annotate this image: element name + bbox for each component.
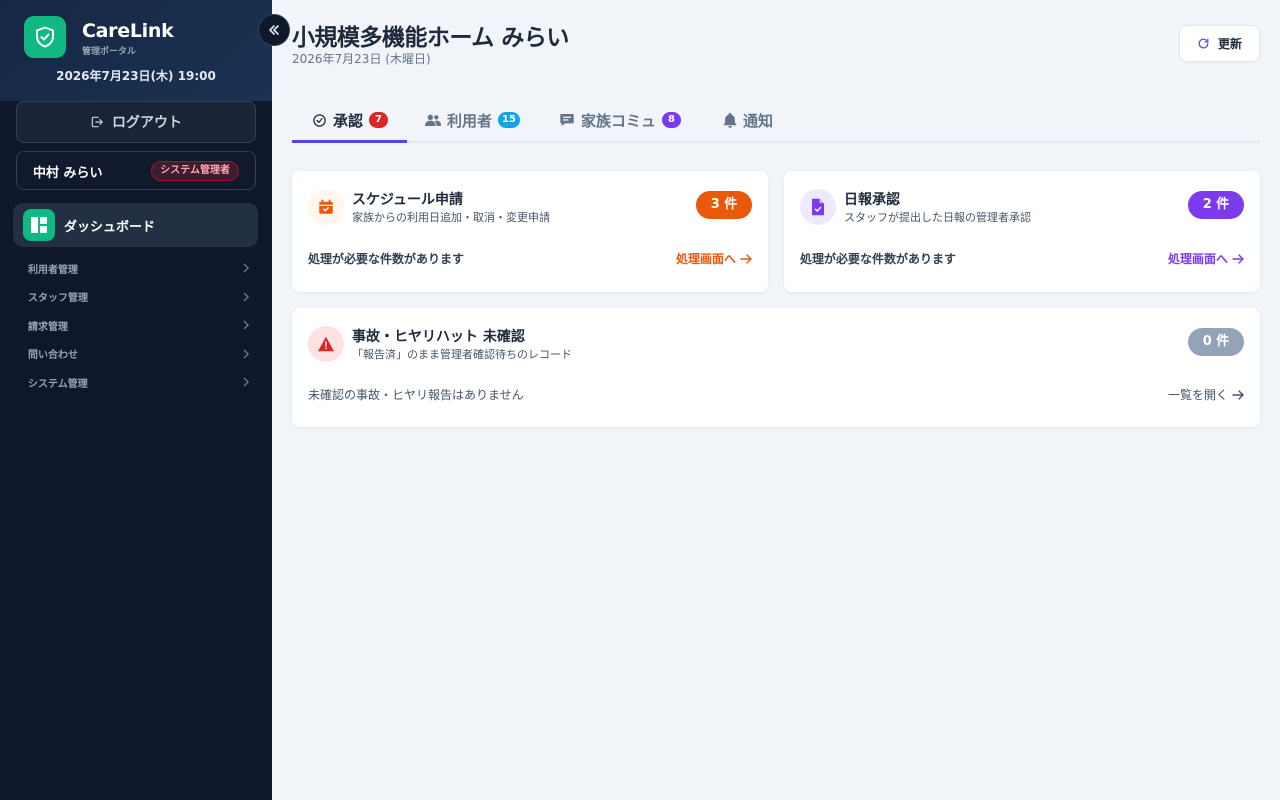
card-message: 未確認の事故・ヒヤリ報告はありません — [308, 388, 524, 402]
user-info: 中村 みらい システム管理者 — [16, 151, 256, 190]
logout-icon — [91, 116, 103, 128]
brand-subtitle: 管理ポータル — [82, 47, 137, 57]
chevron-right-icon — [243, 263, 250, 273]
logout-button[interactable]: ログアウト — [16, 101, 256, 143]
current-datetime: 2026年7月23日(木) 19:00 — [56, 69, 216, 83]
sidebar-item-billing[interactable]: 請求管理 — [0, 311, 272, 340]
tab-residents[interactable]: 利用者 15 — [425, 97, 520, 143]
arrow-right-icon — [1232, 389, 1244, 400]
main-content: 小規模多機能ホーム みらい 2026年7月23日 (木曜日) 更新 承認 7 利… — [292, 0, 1260, 800]
card-message: 処理が必要な件数があります — [800, 252, 957, 266]
count-badge: 0 件 — [1188, 328, 1244, 356]
sidebar-item-system[interactable]: システム管理 — [0, 368, 272, 397]
sidebar-item-label: 問い合わせ — [28, 350, 78, 362]
open-daily-report-link[interactable]: 処理画面へ — [1168, 250, 1244, 267]
user-name: 中村 みらい — [33, 166, 103, 181]
tab-notifications[interactable]: 通知 — [723, 97, 773, 143]
page-date: 2026年7月23日 (木曜日) — [292, 52, 431, 66]
warning-icon — [308, 326, 344, 362]
daily-report-card: 日報承認 スタッフが提出した日報の管理者承認 2 件 処理が必要な件数があります… — [784, 171, 1260, 292]
chevron-right-icon — [243, 320, 250, 330]
chevron-right-icon — [243, 291, 250, 302]
tab-label: 通知 — [743, 111, 774, 130]
arrow-right-icon — [1232, 253, 1244, 264]
tab-approvals[interactable]: 承認 7 — [312, 97, 389, 143]
brand-name: CareLink — [82, 20, 174, 42]
open-incident-list-link[interactable]: 一覧を開く — [1168, 386, 1244, 403]
tab-count-badge: 7 — [369, 112, 389, 128]
role-badge: システム管理者 — [151, 161, 239, 181]
sidebar-item-label: ダッシュボード — [64, 219, 156, 235]
link-label: 処理画面へ — [1167, 252, 1228, 266]
sidebar-item-label: 利用者管理 — [28, 264, 78, 276]
count-badge: 2 件 — [1188, 191, 1244, 219]
link-label: 一覧を開く — [1167, 388, 1228, 402]
tab-bar: 承認 7 利用者 15 家族コミュ 8 通知 — [292, 97, 1260, 143]
refresh-icon — [1198, 38, 1209, 49]
sidebar-nav: 利用者管理 スタッフ管理 請求管理 問い合わせ システム管理 — [0, 254, 272, 397]
tab-family-community[interactable]: 家族コミュ 8 — [559, 97, 682, 143]
sidebar-item-label: スタッフ管理 — [28, 293, 88, 305]
sidebar-item-label: システム管理 — [28, 378, 88, 390]
users-icon — [425, 114, 441, 126]
chevrons-left-icon — [269, 25, 279, 35]
arrow-right-icon — [740, 253, 752, 264]
sidebar-header: CareLink 管理ポータル 2026年7月23日(木) 19:00 — [0, 0, 272, 101]
chevron-right-icon — [243, 348, 250, 359]
logo — [24, 16, 66, 58]
shield-check-icon — [36, 26, 54, 48]
sidebar-item-label: 請求管理 — [28, 321, 68, 333]
check-circle-icon — [313, 113, 326, 127]
tab-count-badge: 8 — [662, 112, 682, 128]
dashboard-icon — [23, 209, 55, 241]
logout-label: ログアウト — [112, 115, 182, 131]
card-subtitle: 家族からの利用日追加・取消・変更申請 — [352, 211, 550, 224]
bell-icon — [723, 113, 737, 128]
card-title: 事故・ヒヤリハット 未確認 — [352, 329, 525, 345]
sidebar-item-staff[interactable]: スタッフ管理 — [0, 283, 272, 312]
chevron-right-icon — [243, 377, 250, 387]
refresh-label: 更新 — [1217, 37, 1242, 51]
count-badge: 3 件 — [696, 191, 752, 219]
tab-count-badge: 15 — [498, 112, 520, 128]
incident-card: 事故・ヒヤリハット 未確認 「報告済」のまま管理者確認待ちのレコード 0 件 未… — [292, 308, 1260, 427]
card-subtitle: スタッフが提出した日報の管理者承認 — [844, 211, 1031, 224]
schedule-request-card: スケジュール申請 家族からの利用日追加・取消・変更申請 3 件 処理が必要な件数… — [292, 171, 768, 292]
calendar-icon — [308, 189, 344, 225]
sidebar-item-users[interactable]: 利用者管理 — [0, 254, 272, 283]
refresh-button[interactable]: 更新 — [1179, 25, 1260, 62]
message-icon — [560, 114, 574, 126]
tab-label: 承認 — [333, 111, 364, 130]
sidebar: CareLink 管理ポータル 2026年7月23日(木) 19:00 ログアウ… — [0, 0, 272, 800]
sidebar-item-dashboard[interactable]: ダッシュボード — [13, 203, 258, 247]
link-label: 処理画面へ — [675, 252, 736, 266]
active-tab-indicator — [292, 140, 407, 143]
card-title: 日報承認 — [844, 192, 900, 208]
document-check-icon — [800, 189, 836, 225]
card-title: スケジュール申請 — [352, 192, 464, 208]
tab-label: 家族コミュ — [581, 111, 657, 130]
sidebar-item-inquiries[interactable]: 問い合わせ — [0, 340, 272, 369]
page-title: 小規模多機能ホーム みらい — [292, 25, 569, 51]
card-message: 処理が必要な件数があります — [308, 252, 465, 266]
card-subtitle: 「報告済」のまま管理者確認待ちのレコード — [352, 348, 572, 361]
tab-label: 利用者 — [447, 111, 493, 130]
open-schedule-link[interactable]: 処理画面へ — [676, 250, 752, 267]
sidebar-collapse-button[interactable] — [258, 14, 290, 46]
